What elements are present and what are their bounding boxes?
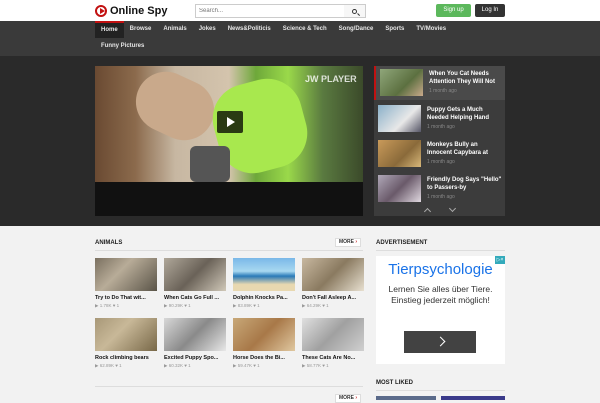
- nav-item-home[interactable]: Home: [95, 21, 124, 38]
- logo-text: Online Spy: [110, 4, 168, 17]
- featured-thumbnail[interactable]: [378, 140, 421, 167]
- hero-section: JW PLAYER When You Cat Needs Attention T…: [0, 56, 600, 226]
- video-frame[interactable]: JW PLAYER: [95, 66, 363, 182]
- card-thumbnail[interactable]: [302, 258, 364, 291]
- card-title[interactable]: Rock climbing bears: [95, 355, 157, 361]
- card-meta: ▶ 62.89K ♥ 1: [95, 363, 122, 368]
- animals-section-title: ANIMALS: [95, 240, 123, 246]
- card-title[interactable]: Horse Does the Bi...: [233, 355, 295, 361]
- card-thumbnail[interactable]: [164, 258, 226, 291]
- chevron-right-icon: ›: [355, 395, 358, 401]
- divider: [376, 250, 505, 251]
- card-title[interactable]: Dolphin Knocks Pa...: [233, 295, 295, 301]
- featured-item[interactable]: Puppy Gets a Much Needed Helping Hand 1 …: [374, 102, 505, 136]
- card-thumbnail[interactable]: [233, 258, 295, 291]
- advertisement-banner[interactable]: ▷× Tierpsychologie Lernen Sie alles über…: [376, 256, 505, 364]
- card-meta: ▶ 59.47K ♥ 1: [233, 363, 260, 368]
- card-title[interactable]: Try to Do That wit...: [95, 295, 157, 301]
- chevron-down-icon[interactable]: [448, 204, 456, 212]
- featured-item[interactable]: When You Cat Needs Attention They Will N…: [374, 66, 505, 100]
- video-scene-shorts: [190, 146, 230, 182]
- main-nav: Home Browse Animals Jokes News&Politicis…: [0, 21, 600, 56]
- featured-video-list: When You Cat Needs Attention They Will N…: [374, 66, 505, 216]
- nav-item-science-tech[interactable]: Science & Tech: [277, 21, 333, 38]
- search-input[interactable]: [195, 4, 345, 18]
- nav-item-sports[interactable]: Sports: [379, 21, 410, 38]
- card-meta: ▶ 60.32K ♥ 1: [164, 363, 191, 368]
- video-scene-arm: [126, 66, 224, 151]
- play-logo-icon: [95, 4, 107, 17]
- most-liked-title: MOST LIKED: [376, 380, 413, 386]
- featured-title[interactable]: Puppy Gets a Much Needed Helping Hand: [427, 106, 502, 122]
- most-liked-thumbnail[interactable]: [441, 396, 505, 400]
- chevron-right-icon: ›: [355, 239, 358, 245]
- featured-time: 1 month ago: [429, 88, 457, 94]
- animals-more-button[interactable]: MORE ›: [335, 238, 361, 247]
- nav-item-jokes[interactable]: Jokes: [193, 21, 222, 38]
- nav-item-news-politics[interactable]: News&Politicis: [222, 21, 277, 38]
- card-thumbnail[interactable]: [302, 318, 364, 351]
- featured-title[interactable]: Friendly Dog Says "Hello" to Passers-by: [427, 176, 502, 192]
- advertisement-title: ADVERTISEMENT: [376, 240, 428, 246]
- logo[interactable]: Online Spy: [95, 3, 167, 18]
- divider: [376, 390, 505, 391]
- featured-thumbnail[interactable]: [378, 105, 421, 132]
- card-meta: ▶ 83.89K ♥ 1: [233, 303, 260, 308]
- nav-item-tv-movies[interactable]: TV/Movies: [410, 21, 452, 38]
- featured-thumbnail[interactable]: [380, 69, 423, 96]
- signup-button[interactable]: Sign up: [436, 4, 471, 17]
- video-card[interactable]: Excited Puppy Spo... ▶ 60.32K ♥ 1: [164, 318, 226, 369]
- search-button[interactable]: [344, 4, 366, 18]
- card-title[interactable]: Don't Fall Asleep A...: [302, 295, 364, 301]
- card-title[interactable]: When Cats Go Full ...: [164, 295, 226, 301]
- login-button[interactable]: Log In: [475, 4, 505, 17]
- nav-item-animals[interactable]: Animals: [157, 21, 192, 38]
- featured-time: 1 month ago: [427, 194, 455, 200]
- featured-time: 1 month ago: [427, 159, 455, 165]
- card-meta: ▶ 90.29K ♥ 1: [164, 303, 191, 308]
- featured-thumbnail[interactable]: [378, 175, 421, 202]
- video-card[interactable]: Rock climbing bears ▶ 62.89K ♥ 1: [95, 318, 157, 369]
- chevron-up-icon[interactable]: [423, 207, 431, 215]
- ad-next-button[interactable]: [404, 331, 476, 353]
- video-card[interactable]: These Cats Are No... ▶ 58.77K ♥ 1: [302, 318, 364, 369]
- divider: [95, 386, 363, 387]
- card-thumbnail[interactable]: [233, 318, 295, 351]
- card-title[interactable]: Excited Puppy Spo...: [164, 355, 226, 361]
- video-player[interactable]: JW PLAYER: [95, 66, 363, 216]
- card-meta: ▶ 64.29K ♥ 1: [302, 303, 329, 308]
- card-thumbnail[interactable]: [95, 258, 157, 291]
- nav-item-browse[interactable]: Browse: [124, 21, 158, 38]
- section-more-button[interactable]: MORE ›: [335, 394, 361, 403]
- divider: [95, 250, 363, 251]
- ad-headline[interactable]: Tierpsychologie: [376, 261, 505, 278]
- ad-body: Lernen Sie alles über Tiere. Einstieg je…: [388, 284, 493, 305]
- play-icon[interactable]: [217, 111, 243, 133]
- video-card[interactable]: Horse Does the Bi... ▶ 59.47K ♥ 1: [233, 318, 295, 369]
- video-card[interactable]: Don't Fall Asleep A... ▶ 64.29K ♥ 1: [302, 258, 364, 309]
- most-liked-thumbnail[interactable]: [376, 396, 436, 400]
- search-icon: [352, 8, 357, 14]
- featured-title[interactable]: Monkeys Bully an Innocent Capybara at: [427, 141, 502, 157]
- video-card[interactable]: Try to Do That wit... ▶ 1.78K ♥ 1: [95, 258, 157, 309]
- featured-item[interactable]: Friendly Dog Says "Hello" to Passers-by …: [374, 172, 505, 206]
- top-header: Online Spy Sign up Log In: [0, 0, 600, 21]
- more-label: MORE: [338, 239, 354, 245]
- video-card[interactable]: Dolphin Knocks Pa... ▶ 83.89K ♥ 1: [233, 258, 295, 309]
- featured-item[interactable]: Monkeys Bully an Innocent Capybara at 1 …: [374, 137, 505, 171]
- featured-list-scroller: [374, 203, 505, 216]
- card-title[interactable]: These Cats Are No...: [302, 355, 364, 361]
- card-thumbnail[interactable]: [164, 318, 226, 351]
- nav-item-song-dance[interactable]: Song/Dance: [333, 21, 380, 38]
- nav-item-funny-pictures[interactable]: Funny Pictures: [95, 38, 150, 55]
- card-thumbnail[interactable]: [95, 318, 157, 351]
- player-watermark: JW PLAYER: [305, 74, 357, 84]
- featured-title[interactable]: When You Cat Needs Attention They Will N…: [429, 70, 504, 86]
- video-card[interactable]: When Cats Go Full ... ▶ 90.29K ♥ 1: [164, 258, 226, 309]
- featured-time: 1 month ago: [427, 124, 455, 130]
- card-meta: ▶ 1.78K ♥ 1: [95, 303, 120, 308]
- card-meta: ▶ 58.77K ♥ 1: [302, 363, 329, 368]
